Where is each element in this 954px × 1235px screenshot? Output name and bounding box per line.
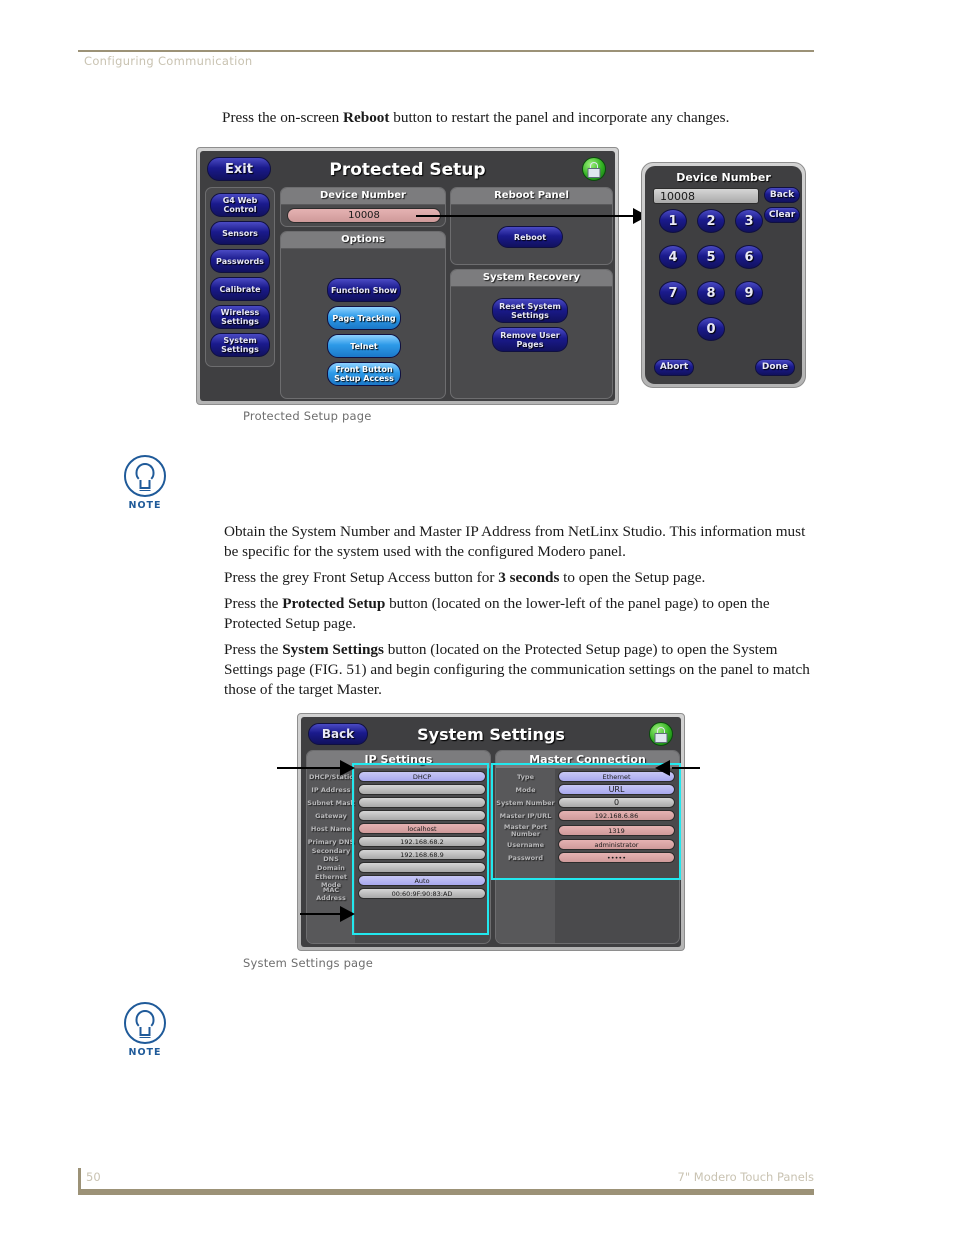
- options-header: Options: [281, 232, 445, 249]
- reboot-panel-group: Reboot Panel Reboot: [450, 187, 613, 265]
- option-function-show-button[interactable]: Function Show: [327, 278, 401, 302]
- ip-label-ip-address: IP Address: [311, 785, 351, 794]
- keypad-done-button[interactable]: Done: [755, 359, 795, 376]
- keypad-back-button[interactable]: Back: [764, 187, 800, 203]
- lock-body-icon: [587, 168, 601, 178]
- keypad-key-0[interactable]: 0: [697, 317, 725, 341]
- system-recovery-header: System Recovery: [451, 270, 612, 287]
- footer-bar: [78, 1189, 814, 1195]
- note-callout-2: NOTE: [116, 1002, 174, 1058]
- keypad-value-field[interactable]: 10008: [653, 188, 759, 204]
- keypad-key-6[interactable]: 6: [735, 245, 763, 269]
- lightbulb-icon: [124, 455, 166, 497]
- note-label-1: NOTE: [128, 500, 162, 511]
- paragraph-4-pre: Press the: [224, 641, 283, 658]
- footer-tick: [78, 1168, 81, 1189]
- footer-book-title: 7" Modero Touch Panels: [677, 1170, 814, 1184]
- callout-head-mac-address: [340, 906, 355, 922]
- lightbulb-line-1-icon-2: [139, 1034, 151, 1036]
- ip-label-secondary-dns: Secondary DNS: [311, 847, 351, 863]
- paragraph-3-pre: Press the: [224, 595, 283, 612]
- paragraph-2-bold: 3 seconds: [498, 569, 560, 586]
- remove-user-pages-button[interactable]: Remove User Pages: [492, 327, 568, 352]
- callout-line-ip-settings-top: [277, 767, 342, 769]
- device-number-header: Device Number: [281, 188, 445, 205]
- keypad-title: Device Number: [676, 171, 771, 184]
- paragraph-2-pre: Press the grey Front Setup Access button…: [224, 569, 499, 586]
- keypad-key-7[interactable]: 7: [659, 281, 687, 305]
- option-telnet-button[interactable]: Telnet: [327, 334, 401, 358]
- keypad-key-8[interactable]: 8: [697, 281, 725, 305]
- reboot-panel-header: Reboot Panel: [451, 188, 612, 205]
- paragraph-1: Obtain the System Number and Master IP A…: [224, 523, 806, 561]
- device-number-group: Device Number 10008: [280, 187, 446, 227]
- protected-setup-panel: Exit Protected Setup G4 Web Control Sens…: [196, 147, 619, 405]
- ip-label-gateway: Gateway: [315, 811, 347, 820]
- caption-system-settings: System Settings page: [243, 956, 374, 970]
- intro-paragraph: Press the on-screen Reboot button to res…: [222, 108, 822, 128]
- highlight-box-ip-settings: [352, 763, 489, 935]
- sidebar-item-wireless-settings[interactable]: Wireless Settings: [210, 305, 270, 329]
- paragraph-2-post: to open the Setup page.: [559, 569, 706, 586]
- keypad-key-1[interactable]: 1: [659, 209, 687, 233]
- callout-line-master-connection: [672, 767, 700, 769]
- paragraph-2: Press the grey Front Setup Access button…: [224, 568, 814, 588]
- reset-system-settings-button[interactable]: Reset System Settings: [492, 298, 568, 323]
- header-rule: [78, 50, 814, 52]
- ip-label-host-name: Host Name: [310, 824, 352, 833]
- callout-head-ip-settings-top: [340, 760, 355, 776]
- intro-text-bold: Reboot: [343, 109, 390, 126]
- lightbulb-line-2-icon: [139, 490, 151, 492]
- reboot-button[interactable]: Reboot: [497, 226, 563, 248]
- note-label-2: NOTE: [128, 1047, 162, 1058]
- intro-text-pre: Press the on-screen: [222, 109, 344, 126]
- option-front-button-setup-access-button[interactable]: Front Button Setup Access: [327, 362, 401, 386]
- sidebar-item-g4-web-control[interactable]: G4 Web Control: [210, 193, 270, 217]
- sidebar-item-sensors[interactable]: Sensors: [210, 221, 270, 245]
- paragraph-3-bold: Protected Setup: [282, 595, 386, 612]
- protected-setup-title: Protected Setup: [329, 160, 486, 180]
- device-number-keypad-panel: Device Number 10008 Back Clear 1 2 3 4 5…: [641, 162, 806, 388]
- paragraph-3: Press the Protected Setup button (locate…: [224, 594, 814, 634]
- options-group: Options Function Show Page Tracking Teln…: [280, 231, 446, 399]
- ip-label-mac-address: MAC Address: [316, 886, 346, 902]
- keypad-abort-button[interactable]: Abort: [654, 359, 694, 376]
- intro-text-post: button to restart the panel and incorpor…: [389, 109, 730, 126]
- keypad-screen: Device Number 10008 Back Clear 1 2 3 4 5…: [645, 166, 802, 384]
- keypad-key-9[interactable]: 9: [735, 281, 763, 305]
- keypad-key-5[interactable]: 5: [697, 245, 725, 269]
- protected-setup-screen: Exit Protected Setup G4 Web Control Sens…: [200, 151, 615, 401]
- lock-body-icon-2: [654, 733, 668, 743]
- lightbulb-icon-2: [124, 1002, 166, 1044]
- lock-icon-system-settings: [649, 722, 673, 746]
- option-page-tracking-button[interactable]: Page Tracking: [327, 306, 401, 330]
- sidebar-item-calibrate[interactable]: Calibrate: [210, 277, 270, 301]
- sidebar-item-passwords[interactable]: Passwords: [210, 249, 270, 273]
- caption-protected-setup: Protected Setup page: [243, 409, 372, 423]
- protected-setup-sidebar: G4 Web Control Sensors Passwords Calibra…: [205, 187, 275, 367]
- keypad-key-4[interactable]: 4: [659, 245, 687, 269]
- note-callout-1: NOTE: [116, 455, 174, 511]
- paragraph-4-bold: System Settings: [282, 641, 384, 658]
- lock-icon: [582, 157, 606, 181]
- keypad-key-3[interactable]: 3: [735, 209, 763, 233]
- system-recovery-group: System Recovery Reset System Settings Re…: [450, 269, 613, 399]
- sidebar-item-system-settings[interactable]: System Settings: [210, 333, 270, 357]
- highlight-box-master-connection: [491, 763, 681, 880]
- lightbulb-line-2-icon-2: [139, 1037, 151, 1039]
- running-header: Configuring Communication: [84, 54, 253, 68]
- paragraph-4: Press the System Settings button (locate…: [224, 640, 814, 701]
- callout-arrow-line-device-number: [416, 215, 635, 217]
- keypad-clear-button[interactable]: Clear: [764, 207, 800, 223]
- callout-head-master-connection: [655, 760, 670, 776]
- ip-label-subnet-mask: Subnet Mask: [307, 798, 355, 807]
- callout-line-mac-address: [300, 913, 342, 915]
- footer-page-number: 50: [86, 1170, 101, 1184]
- keypad-key-2[interactable]: 2: [697, 209, 725, 233]
- lightbulb-line-1-icon: [139, 487, 151, 489]
- system-settings-title: System Settings: [417, 725, 565, 744]
